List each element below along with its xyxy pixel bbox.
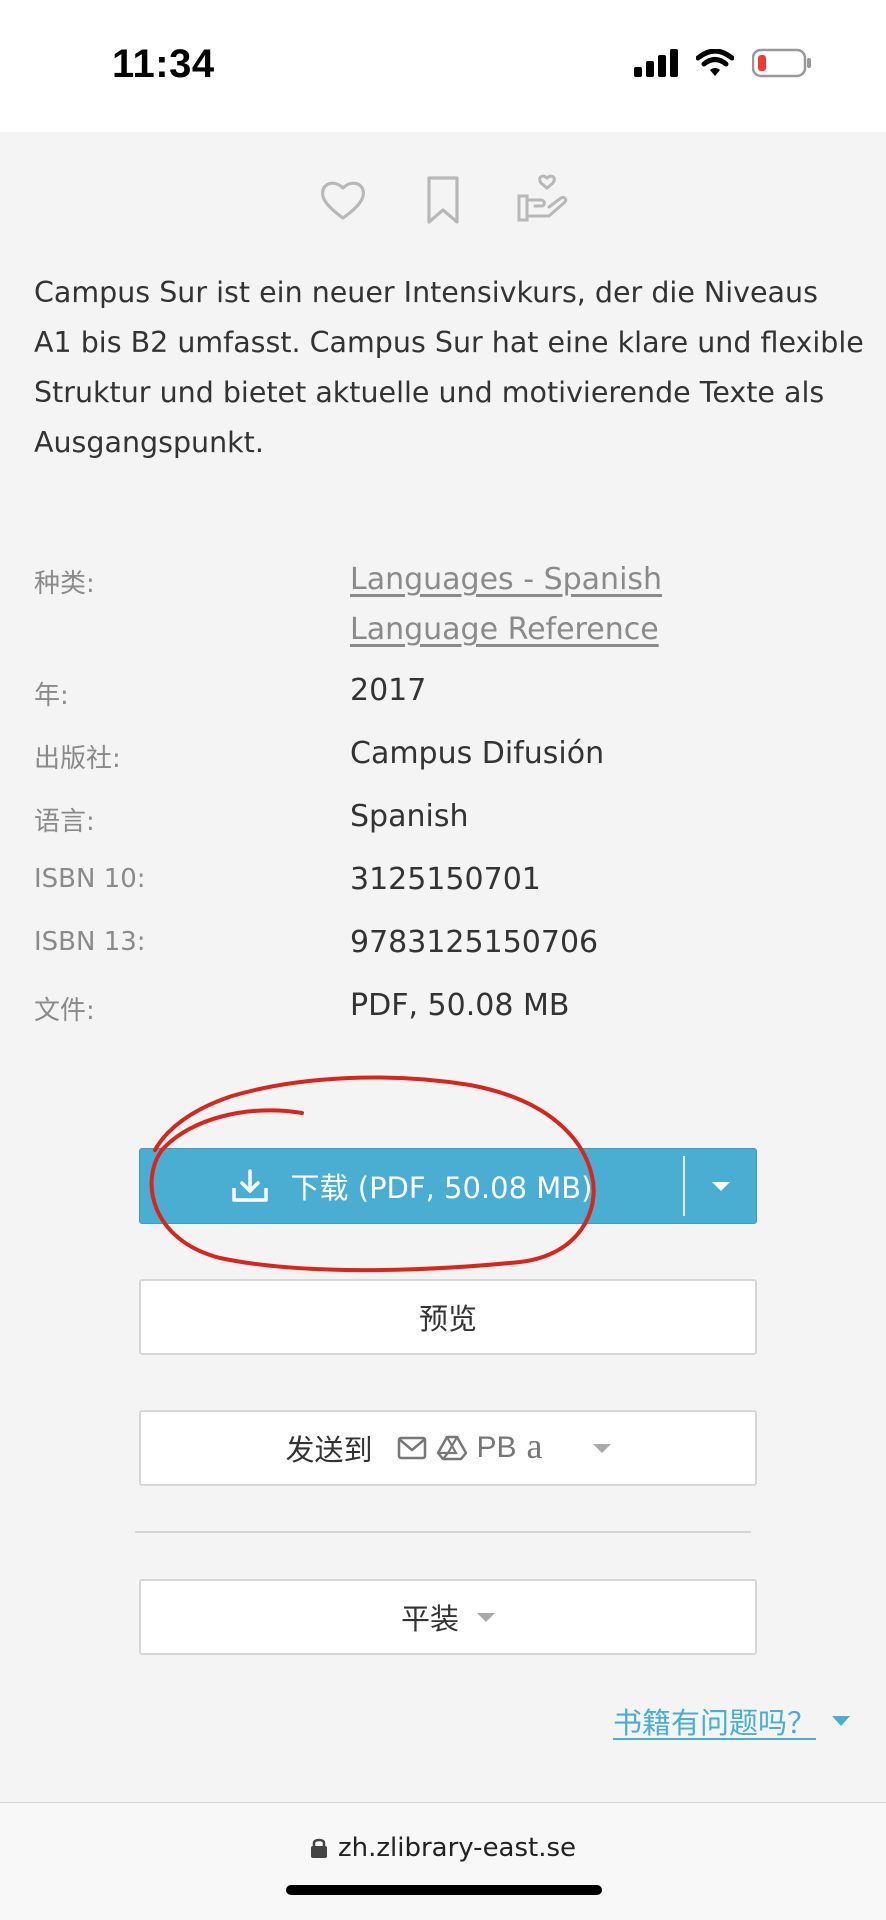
paperback-label: 平装 (400, 1602, 459, 1636)
battery-low-icon (752, 48, 811, 78)
preview-button[interactable]: 预览 (139, 1279, 757, 1355)
section-divider (135, 1531, 751, 1533)
donate-hand-heart-icon[interactable] (515, 172, 571, 228)
publisher-value: Campus Difusión (350, 736, 605, 771)
preview-button-label: 预览 (418, 1302, 477, 1336)
category-link-languages-spanish[interactable]: Languages - Spanish (350, 555, 662, 605)
status-icons (634, 48, 812, 78)
download-button-label: 下载 (PDF, 50.08 MB) (290, 1171, 593, 1205)
lock-icon (310, 1838, 327, 1858)
download-icon (231, 1169, 268, 1202)
amazon-kindle-icon: a (526, 1426, 543, 1466)
send-to-button[interactable]: 发送到 PB a (139, 1410, 757, 1486)
status-time: 11:34 (112, 42, 215, 86)
download-options-dropdown[interactable] (685, 1149, 756, 1223)
year-value: 2017 (350, 673, 427, 708)
category-label: 种类: (34, 569, 95, 599)
cellular-signal-icon (634, 49, 678, 77)
google-drive-icon (436, 1435, 467, 1461)
isbn10-label: ISBN 10: (34, 864, 146, 894)
url-display: zh.zlibrary-east.se (0, 1833, 886, 1863)
chevron-down-icon (711, 1181, 730, 1191)
report-problem-text: 书籍有问题吗？ (612, 1706, 816, 1740)
home-indicator[interactable] (286, 1885, 602, 1895)
publisher-label: 出版社: (34, 744, 121, 774)
url-text: zh.zlibrary-east.se (337, 1833, 577, 1863)
favorite-heart-icon[interactable] (315, 172, 371, 228)
isbn13-label: ISBN 13: (34, 927, 146, 957)
status-bar: 11:34 (0, 0, 886, 132)
chevron-down-icon (832, 1716, 850, 1726)
language-label: 语言: (34, 807, 95, 837)
isbn10-value: 3125150701 (350, 862, 541, 897)
download-button-group: 下载 (PDF, 50.08 MB) (139, 1148, 757, 1224)
year-label: 年: (34, 681, 69, 711)
browser-url-bar[interactable]: zh.zlibrary-east.se (0, 1802, 886, 1920)
chevron-down-icon (592, 1443, 611, 1453)
category-link-language-reference[interactable]: Language Reference (350, 605, 662, 655)
report-problem-link[interactable]: 书籍有问题吗？ (613, 1700, 850, 1742)
paperback-format-dropdown[interactable]: 平装 (139, 1579, 757, 1655)
language-value: Spanish (350, 799, 469, 834)
send-targets: PB a (397, 1426, 543, 1469)
chevron-down-icon (477, 1612, 495, 1622)
pocketbook-label: PB (476, 1431, 517, 1464)
send-to-label: 发送到 (285, 1433, 373, 1467)
file-label: 文件: (34, 996, 95, 1026)
download-button[interactable]: 下载 (PDF, 50.08 MB) (140, 1149, 683, 1223)
wifi-icon (696, 49, 734, 76)
isbn13-value: 9783125150706 (350, 925, 599, 960)
category-values: Languages - Spanish Language Reference (350, 555, 662, 655)
email-icon (397, 1436, 426, 1460)
file-value: PDF, 50.08 MB (350, 988, 570, 1023)
book-description: Campus Sur ist ein neuer Intensivkurs, d… (34, 276, 864, 459)
book-actions (0, 172, 886, 228)
bookmark-icon[interactable] (415, 172, 471, 228)
page: 11:34 Campus Sur ist ein neuer Intensivk… (0, 0, 886, 1920)
